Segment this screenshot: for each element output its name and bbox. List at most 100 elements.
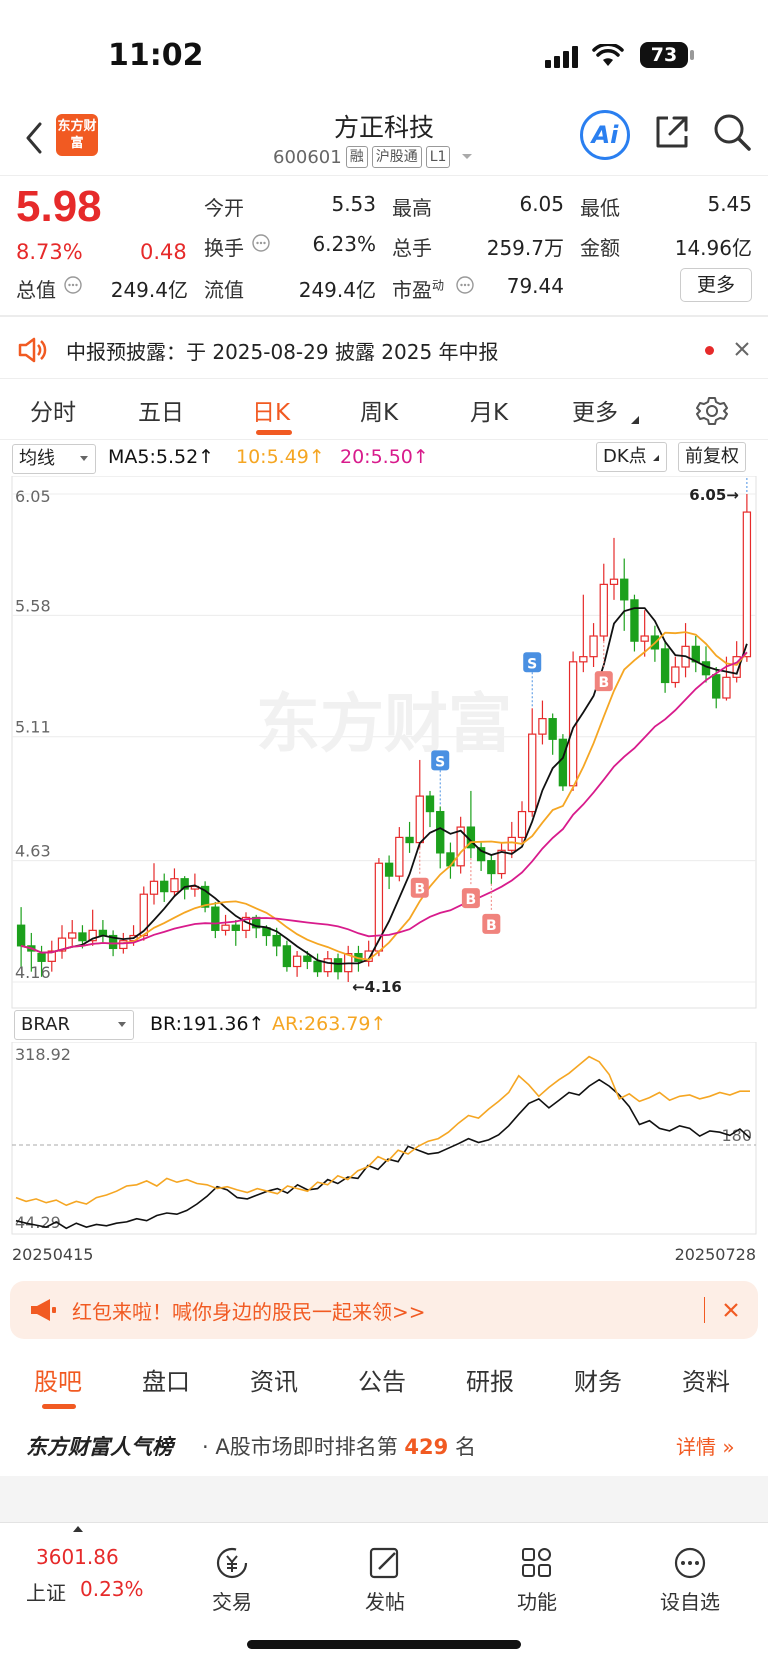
candle-body: [701, 661, 711, 676]
ai-button[interactable]: Ai: [580, 110, 630, 160]
wifi-icon: [592, 44, 624, 66]
candle-body: [558, 738, 568, 787]
content-tabs: 股吧 盘口 资讯 公告 研报 财务 资料: [0, 1352, 768, 1412]
tab-intraday[interactable]: 分时: [30, 393, 76, 427]
chart-tabs: 分时 五日 日K 周K 月K 更多: [0, 378, 768, 440]
amount-label: 金额: [580, 236, 620, 260]
marker-label: B: [466, 892, 477, 908]
tab-profile[interactable]: 资料: [682, 1362, 730, 1397]
functions-button[interactable]: 功能: [497, 1545, 577, 1615]
rank-detail-link[interactable]: 详情 »: [676, 1431, 735, 1460]
candle-body: [528, 733, 537, 813]
tab-guba[interactable]: 股吧: [34, 1362, 82, 1397]
candle-body: [660, 648, 670, 684]
caret-down-icon: [462, 154, 473, 159]
pe-label: 市盈动: [392, 278, 445, 302]
tab-daily-k[interactable]: 日K: [252, 393, 290, 427]
candle-body: [149, 880, 159, 895]
corner-caret-icon: [631, 416, 639, 424]
candle-body: [630, 599, 639, 642]
volume-label: 总手: [392, 236, 432, 260]
tab-finance[interactable]: 财务: [574, 1362, 622, 1397]
y-tick-label: 4.63: [15, 842, 51, 861]
kline-chart[interactable]: 均线 MA5:5.52↑ 10:5.49↑ 20:5.50↑ DK点 前复权 6…: [0, 440, 768, 1270]
trade-button[interactable]: 交易: [192, 1545, 272, 1615]
tab-research[interactable]: 研报: [466, 1362, 514, 1397]
popularity-rank[interactable]: 东方财富人气榜 · A股市场即时排名第 429 名 详情 »: [0, 1413, 768, 1473]
candle-body: [548, 718, 557, 740]
info-dots-icon[interactable]: [456, 276, 474, 294]
tab-more[interactable]: 更多: [572, 393, 618, 427]
rank-number: 429: [404, 1435, 449, 1459]
y-tick-label: 5.58: [15, 596, 51, 615]
yen-refresh-icon: [216, 1547, 248, 1579]
more-circle-icon: [674, 1547, 706, 1579]
close-icon[interactable]: [722, 1301, 740, 1319]
low-value: 5.45: [707, 192, 752, 216]
corner-caret-icon: [653, 455, 660, 461]
tab-announcement[interactable]: 公告: [358, 1362, 406, 1397]
settings-icon[interactable]: [696, 395, 728, 427]
ma-select[interactable]: 均线: [12, 444, 96, 474]
candle-body: [712, 674, 721, 699]
tab-weekly-k[interactable]: 周K: [360, 393, 398, 427]
y-tick-label: 4.16: [15, 963, 51, 982]
battery-tip: [690, 50, 694, 60]
index-change: 0.23%: [80, 1577, 144, 1601]
candle-body: [313, 960, 322, 973]
red-packet-banner[interactable]: 红包来啦！喊你身边的股民一起来领>>: [10, 1281, 758, 1339]
high-value: 6.05: [519, 192, 564, 216]
info-dots-icon[interactable]: [252, 234, 270, 252]
stock-code: 600601: [273, 146, 342, 168]
close-icon[interactable]: [733, 340, 751, 358]
ma20-label: 20:5.50↑: [340, 446, 429, 468]
indicator-select[interactable]: BRAR: [14, 1010, 134, 1040]
index-name: 上证: [26, 1581, 66, 1605]
candle-body: [579, 656, 588, 663]
candle-body: [231, 924, 240, 931]
rank-text: · A股市场即时排名第 429 名: [202, 1435, 476, 1459]
double-chevron-icon: »: [722, 1435, 735, 1459]
more-button[interactable]: 更多: [680, 268, 752, 302]
candle-body: [16, 924, 26, 947]
adjust-button[interactable]: 前复权: [678, 442, 746, 472]
candle-body: [507, 836, 516, 851]
post-button[interactable]: 发帖: [345, 1545, 425, 1615]
tab-pankou[interactable]: 盘口: [142, 1362, 190, 1397]
marker-label: B: [414, 882, 425, 898]
ma10-line: [20, 631, 748, 961]
ai-label: Ai: [591, 121, 619, 149]
tab-five-day[interactable]: 五日: [138, 393, 184, 427]
dk-point-button[interactable]: DK点: [596, 442, 668, 472]
tab-news[interactable]: 资讯: [250, 1362, 298, 1397]
stock-code-row[interactable]: 600601 融 沪股通 L1: [273, 146, 474, 168]
add-watchlist-button[interactable]: 设自选: [650, 1545, 730, 1615]
candle-body: [415, 795, 424, 844]
tab-monthly-k[interactable]: 月K: [470, 393, 508, 427]
watermark: 东方财富: [256, 688, 512, 762]
active-tab-indicator: [42, 1404, 76, 1409]
candle-body: [160, 880, 169, 893]
home-indicator: [247, 1640, 521, 1649]
share-icon[interactable]: [652, 112, 692, 152]
speaker-icon: [18, 337, 47, 363]
caret-down-icon: [80, 456, 88, 461]
market-cap-value: 249.4亿: [110, 278, 188, 302]
index-value[interactable]: 3601.86: [36, 1545, 119, 1569]
candle-body: [599, 583, 608, 637]
candlestick-plot[interactable]: 6.055.585.114.634.16东方财富6.05→←4.16BSBBSB…: [0, 476, 768, 1016]
candle-body: [384, 862, 394, 877]
tag-connect: 沪股通: [371, 146, 422, 168]
rank-brand: 东方财富人气榜: [26, 1435, 173, 1459]
marker-label: B: [486, 918, 497, 934]
marker-label: S: [527, 656, 537, 672]
info-dots-icon[interactable]: [64, 276, 82, 294]
megaphone-icon: [31, 1299, 56, 1321]
high-label: 最高: [392, 196, 432, 220]
ma5-label: MA5:5.52↑: [108, 446, 215, 468]
brar-plot[interactable]: 318.9244.2918020250415 20250728: [0, 1042, 768, 1270]
candle-body: [609, 578, 619, 585]
notice-bar[interactable]: 中报预披露：于 2025-08-29 披露 2025 年中报: [0, 322, 768, 378]
search-icon[interactable]: [712, 112, 752, 152]
candle-body: [333, 958, 343, 973]
